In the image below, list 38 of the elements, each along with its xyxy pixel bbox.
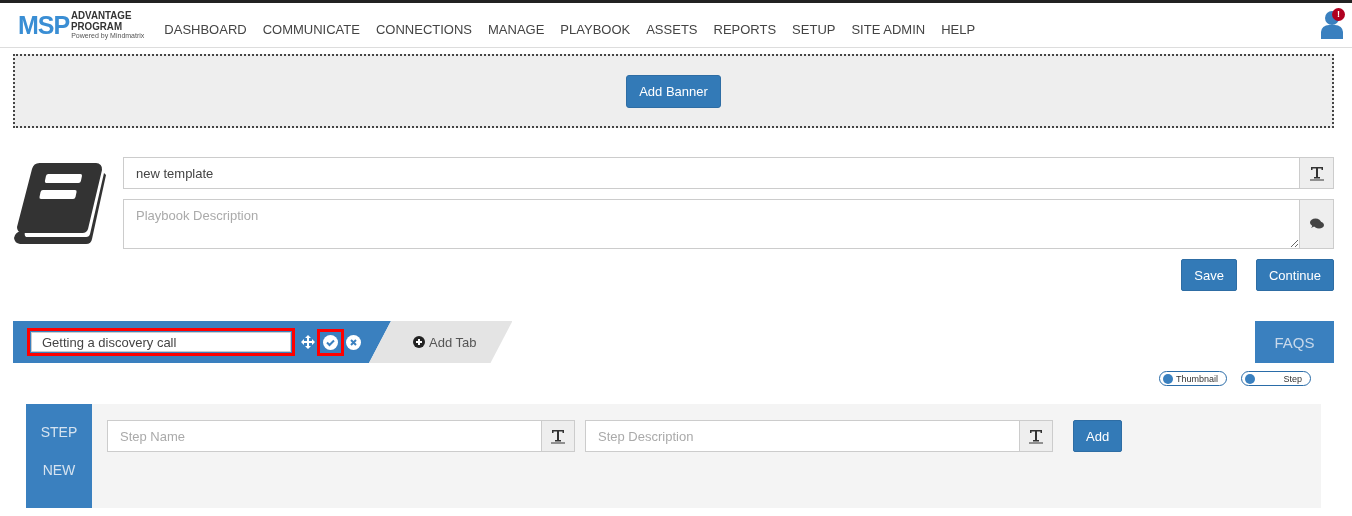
- text-format-icon: [550, 428, 566, 444]
- logo-text: MSP: [18, 10, 70, 40]
- nav-link[interactable]: COMMUNICATE: [262, 21, 360, 37]
- nav-link[interactable]: PLAYBOOK: [560, 21, 631, 37]
- step-description-field[interactable]: Step Description: [585, 420, 1019, 452]
- nav-link[interactable]: CONNECTIONS: [375, 21, 472, 37]
- description-field[interactable]: Playbook Description: [123, 199, 1299, 249]
- nav-link[interactable]: MANAGE: [488, 21, 545, 37]
- check-circle-icon: [323, 334, 338, 350]
- step-label: NEW: [42, 462, 76, 478]
- nav-link[interactable]: SETUP: [792, 21, 836, 37]
- nav-link[interactable]: HELP: [941, 21, 976, 37]
- move-icon: [301, 335, 315, 349]
- toggle-label: Step: [1283, 373, 1302, 384]
- nav-link[interactable]: SITE ADMIN: [851, 21, 926, 37]
- save-button[interactable]: Save: [1181, 259, 1237, 291]
- logo-text: ADVANTAGE: [71, 10, 133, 21]
- logo-text: PROGRAM: [71, 21, 124, 32]
- add-step-button[interactable]: Add: [1073, 420, 1123, 452]
- step-name-field[interactable]: Step Name: [107, 420, 541, 452]
- toggle-switch[interactable]: Step: [1241, 371, 1311, 386]
- close-icon: [346, 334, 361, 350]
- continue-button[interactable]: Continue: [1255, 259, 1334, 291]
- alert-badge: !: [1332, 8, 1345, 21]
- nav-link[interactable]: DASHBOARD: [164, 21, 247, 37]
- toggle-label: Thumbnail: [1175, 373, 1218, 384]
- nav-link[interactable]: REPORTS: [713, 21, 777, 37]
- add-tab-button[interactable]: Add Tab: [369, 321, 513, 363]
- text-format-icon: [1028, 428, 1044, 444]
- toggle-switch[interactable]: Thumbnail: [1158, 371, 1227, 386]
- add-banner-button[interactable]: Add Banner: [626, 74, 721, 108]
- nav-link[interactable]: ASSETS: [646, 21, 698, 37]
- text-format-icon: [1308, 165, 1325, 181]
- title-field[interactable]: new template: [123, 157, 1299, 189]
- step-label: STEP: [40, 424, 78, 440]
- chat-icon: [1309, 218, 1324, 230]
- plus-circle-icon: [413, 336, 425, 348]
- tab[interactable]: Getting a discovery call: [13, 321, 391, 363]
